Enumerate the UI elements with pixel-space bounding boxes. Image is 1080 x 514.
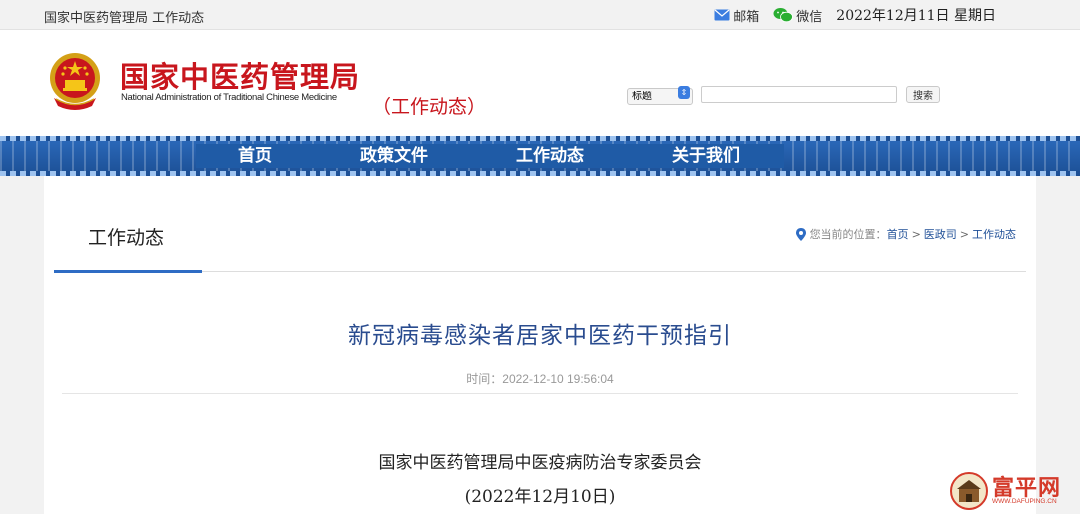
site-header: 国家中医药管理局 National Administration of Trad…: [0, 30, 1080, 136]
site-logo-en: National Administration of Traditional C…: [121, 92, 337, 103]
top-bar: 国家中医药管理局 工作动态 邮箱 微信 2022年12月11日 星期日: [0, 0, 1080, 30]
nav-item-work-news[interactable]: 工作动态: [472, 144, 628, 168]
page-title: 工作动态: [88, 227, 165, 249]
crumb-work-news[interactable]: 工作动态: [972, 226, 1016, 242]
national-emblem-icon[interactable]: [46, 50, 104, 112]
site-logo-cn[interactable]: 国家中医药管理局: [120, 54, 360, 96]
nav-item-home[interactable]: 首页: [196, 144, 316, 168]
section-tag: （工作动态）: [372, 96, 487, 118]
search-input[interactable]: [701, 86, 897, 103]
watermark: 富平网 WWW.DAFUPING.CN: [950, 472, 1074, 512]
watermark-logo-icon: [950, 472, 988, 510]
article-time: 时间：2022-12-10 19:56:04: [466, 372, 614, 386]
mail-icon: [714, 9, 730, 21]
article-date: (2022年12月10日): [464, 487, 616, 507]
main-content: 工作动态 您当前的位置： 首页 > 医政司 > 工作动态 新冠病毒感染者居家中医…: [44, 176, 1036, 514]
location-breadcrumb: 您当前的位置： 首页 > 医政司 > 工作动态: [795, 226, 1016, 242]
location-prefix: 您当前的位置：: [809, 228, 887, 241]
search-button[interactable]: 搜索: [906, 86, 940, 103]
search-bar: 标题 ⇕ 搜索: [627, 84, 940, 105]
main-nav: 首页 政策文件 工作动态 关于我们: [0, 136, 1080, 176]
mail-link[interactable]: 邮箱: [714, 6, 759, 25]
divider: [62, 393, 1018, 394]
wechat-icon: [773, 8, 794, 23]
page-head: 工作动态 您当前的位置： 首页 > 医政司 > 工作动态: [54, 176, 1026, 273]
top-links: 邮箱 微信 2022年12月11日 星期日: [714, 5, 996, 25]
page-title-underline: [54, 270, 202, 273]
location-pin-icon: [795, 227, 806, 241]
site-breadcrumb: 国家中医药管理局 工作动态: [44, 11, 205, 26]
article-author: 国家中医药管理局中医疫病防治专家委员会: [378, 453, 702, 473]
crumb-separator: >: [959, 227, 969, 241]
watermark-url: WWW.DAFUPING.CN: [992, 498, 1057, 505]
article-title: 新冠病毒感染者居家中医药干预指引: [348, 323, 732, 349]
nav-item-about[interactable]: 关于我们: [628, 144, 784, 168]
crumb-medical-admin[interactable]: 医政司: [924, 226, 957, 242]
search-scope-select-wrap: 标题 ⇕: [627, 84, 693, 105]
crumb-separator: >: [911, 227, 921, 241]
wechat-label: 微信: [796, 9, 823, 25]
mail-label: 邮箱: [733, 9, 760, 25]
current-date: 2022年12月11日 星期日: [836, 8, 996, 24]
main-nav-bar: 首页 政策文件 工作动态 关于我们: [196, 144, 784, 168]
nav-item-policy[interactable]: 政策文件: [316, 144, 472, 168]
wechat-link[interactable]: 微信: [773, 6, 822, 25]
crumb-home[interactable]: 首页: [887, 226, 909, 242]
chevron-updown-icon: ⇕: [678, 86, 690, 99]
